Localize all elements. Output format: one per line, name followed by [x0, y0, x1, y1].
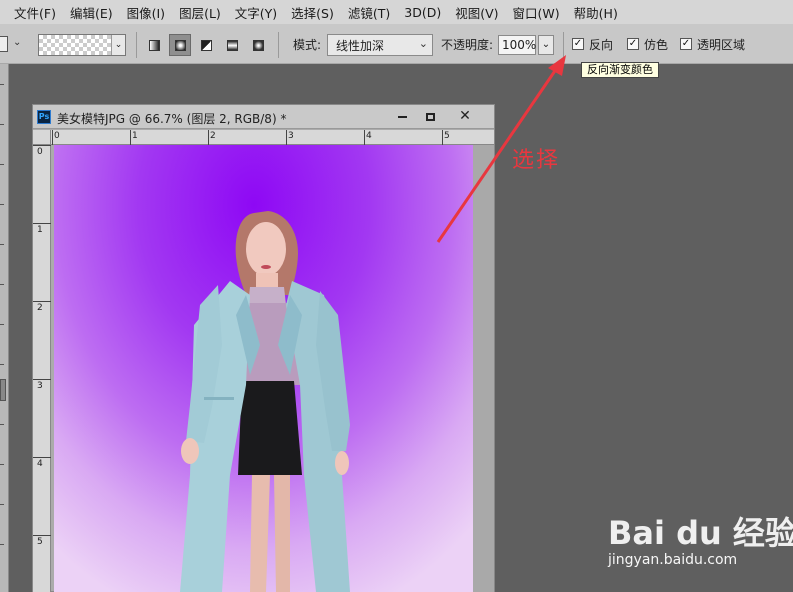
annotation-arrow — [436, 55, 566, 243]
annotation-arrow-head — [548, 55, 566, 76]
annotation-text: 选择 — [512, 148, 561, 173]
baidu-jingyan-logo: Bai du 经验 — [608, 514, 793, 552]
watermark-url: jingyan.baidu.com — [608, 552, 738, 568]
